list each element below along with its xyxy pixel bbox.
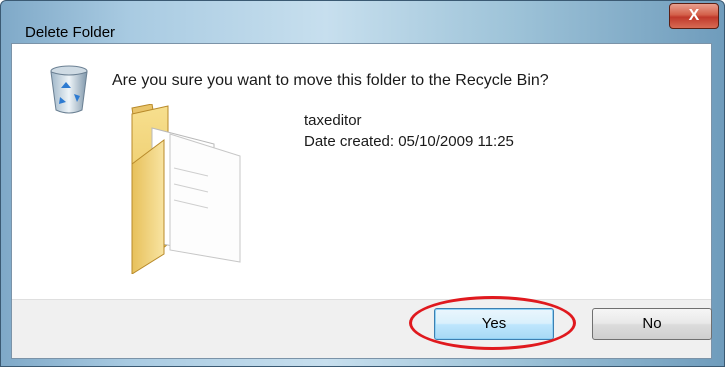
- no-button[interactable]: No: [592, 308, 712, 340]
- close-button[interactable]: X: [669, 3, 719, 29]
- dialog-title: Delete Folder: [25, 24, 116, 41]
- folder-icon: [131, 104, 241, 274]
- folder-name: taxeditor: [304, 112, 362, 129]
- recycle-bin-icon: [50, 65, 88, 114]
- yes-button[interactable]: Yes: [434, 308, 554, 340]
- delete-folder-dialog: Delete Folder X Are you sure you want to…: [0, 0, 725, 367]
- title-bar[interactable]: Delete Folder X: [1, 1, 724, 41]
- folder-date-created: Date created: 05/10/2009 11:25: [304, 133, 514, 150]
- confirmation-question: Are you sure you want to move this folde…: [112, 72, 549, 89]
- close-icon: X: [688, 7, 700, 24]
- dialog-content: Are you sure you want to move this folde…: [11, 43, 712, 359]
